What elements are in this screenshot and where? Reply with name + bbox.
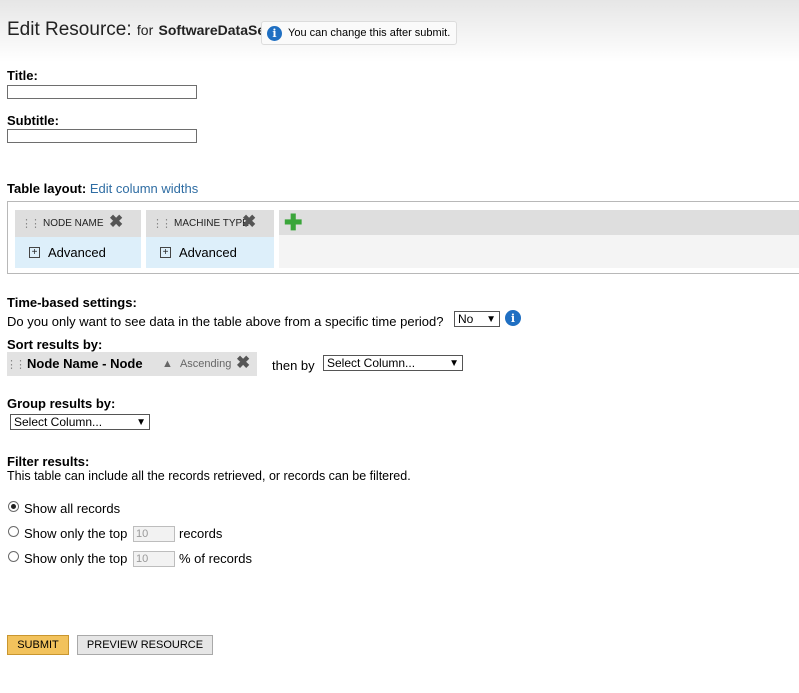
page-title-text: Edit Resource: bbox=[7, 19, 132, 40]
page-title: Edit Resource: for SoftwareDataSet bbox=[7, 19, 270, 41]
drag-handle-icon[interactable]: ⋮⋮ bbox=[21, 217, 41, 230]
chevron-down-icon: ▼ bbox=[486, 313, 496, 325]
sort-label: Sort results by: bbox=[7, 337, 103, 352]
group-value: Select Column... bbox=[14, 415, 103, 429]
expand-icon[interactable]: + bbox=[160, 247, 171, 258]
chevron-down-icon: ▼ bbox=[449, 357, 459, 369]
show-top-n-label: Show only the top bbox=[24, 526, 128, 541]
for-label: for bbox=[136, 22, 154, 38]
subtitle-label: Subtitle: bbox=[7, 113, 59, 128]
group-label: Group results by: bbox=[7, 396, 116, 411]
expand-icon[interactable]: + bbox=[29, 247, 40, 258]
table-layout-editor: ⋮⋮ NODE NAME ✖ + Advanced ⋮⋮ MACHINE TYP… bbox=[7, 201, 799, 274]
time-period-select[interactable]: No ▼ bbox=[454, 311, 500, 327]
title-label: Title: bbox=[7, 68, 38, 83]
advanced-label: Advanced bbox=[48, 245, 106, 260]
column-name: NODE NAME bbox=[43, 218, 104, 229]
drag-handle-icon[interactable]: ⋮⋮ bbox=[6, 358, 26, 371]
filter-description: This table can include all the records r… bbox=[7, 469, 411, 483]
show-top-n-radio[interactable] bbox=[8, 526, 19, 537]
add-column-plus-icon[interactable]: ✚ bbox=[284, 212, 302, 234]
time-settings-label: Time-based settings: bbox=[7, 295, 137, 310]
add-column-strip bbox=[279, 210, 799, 235]
column-name: MACHINE TYPE bbox=[174, 218, 249, 229]
group-select[interactable]: Select Column... ▼ bbox=[10, 414, 150, 430]
top-percent-input[interactable] bbox=[133, 551, 175, 567]
column-header[interactable]: ⋮⋮ NODE NAME ✖ bbox=[15, 210, 141, 237]
sort-direction-toggle[interactable]: ▲ Ascending bbox=[162, 358, 231, 370]
filter-label: Filter results: bbox=[7, 454, 90, 469]
show-top-percent-radio[interactable] bbox=[8, 551, 19, 562]
show-all-label: Show all records bbox=[24, 501, 121, 516]
then-by-label: then by bbox=[272, 358, 315, 373]
time-period-value: No bbox=[458, 312, 474, 326]
subtitle-input[interactable] bbox=[7, 129, 197, 143]
info-icon[interactable]: i bbox=[505, 310, 521, 326]
sort-direction-label: Ascending bbox=[179, 358, 232, 370]
then-by-select[interactable]: Select Column... ▼ bbox=[323, 355, 463, 371]
advanced-toggle[interactable]: + Advanced bbox=[15, 237, 141, 268]
hint-text: You can change this after submit. bbox=[288, 27, 451, 39]
submit-hint-badge: i You can change this after submit. bbox=[261, 21, 457, 45]
top-percent-suffix: % of records bbox=[179, 551, 252, 566]
drag-handle-icon[interactable]: ⋮⋮ bbox=[152, 217, 172, 230]
table-layout-label: Table layout: bbox=[7, 181, 87, 196]
edit-column-widths-link[interactable]: Edit column widths bbox=[90, 181, 198, 196]
dataset-name: SoftwareDataSet bbox=[158, 22, 270, 38]
title-input[interactable] bbox=[7, 85, 197, 99]
top-n-suffix: records bbox=[179, 526, 223, 541]
sort-column: Node Name - Node bbox=[27, 356, 143, 371]
submit-button[interactable]: SUBMIT bbox=[7, 635, 69, 655]
advanced-label: Advanced bbox=[179, 245, 237, 260]
remove-column-icon[interactable]: ✖ bbox=[242, 212, 256, 232]
chevron-down-icon: ▼ bbox=[136, 416, 146, 428]
column-header[interactable]: ⋮⋮ MACHINE TYPE ✖ bbox=[146, 210, 274, 237]
column-machine-type[interactable]: ⋮⋮ MACHINE TYPE ✖ + Advanced bbox=[146, 210, 274, 268]
table-layout-row: Table layout: Edit column widths bbox=[7, 181, 198, 196]
show-top-percent-label: Show only the top bbox=[24, 551, 128, 566]
remove-sort-icon[interactable]: ✖ bbox=[236, 353, 250, 373]
sort-ascending-icon: ▲ bbox=[162, 358, 173, 370]
top-n-input[interactable] bbox=[133, 526, 175, 542]
add-column-area: ✚ bbox=[279, 210, 799, 268]
column-node-name[interactable]: ⋮⋮ NODE NAME ✖ + Advanced bbox=[15, 210, 141, 268]
then-by-value: Select Column... bbox=[327, 356, 416, 370]
info-icon: i bbox=[267, 25, 282, 41]
advanced-toggle[interactable]: + Advanced bbox=[146, 237, 274, 268]
show-all-radio[interactable] bbox=[8, 501, 19, 512]
remove-column-icon[interactable]: ✖ bbox=[109, 212, 123, 232]
time-settings-question: Do you only want to see data in the tabl… bbox=[7, 314, 444, 329]
add-column-drop-zone bbox=[279, 235, 799, 268]
preview-resource-button[interactable]: PREVIEW RESOURCE bbox=[77, 635, 213, 655]
